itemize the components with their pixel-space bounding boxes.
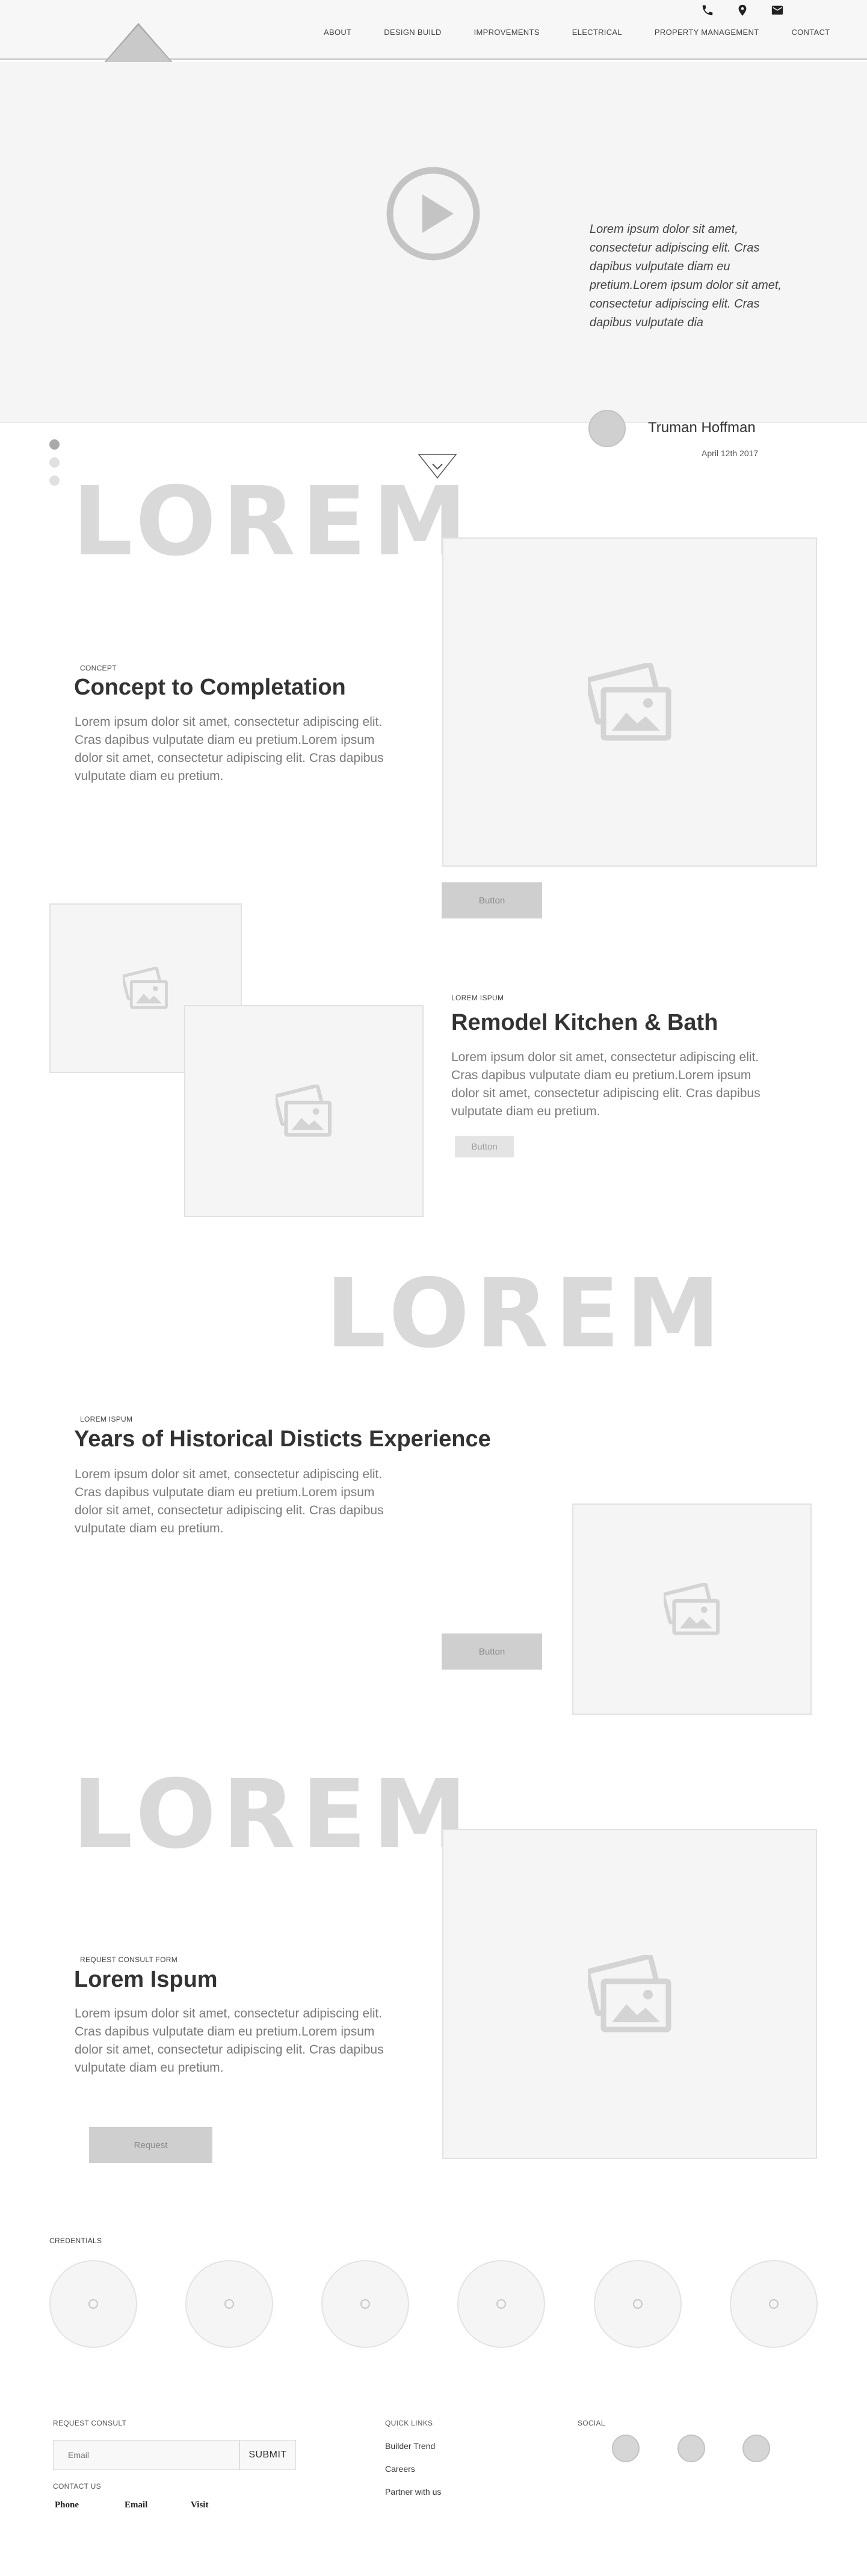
contact-visit[interactable]: Visit — [191, 2500, 208, 2510]
kitchen-button[interactable]: Button — [455, 1136, 514, 1157]
phone-icon[interactable] — [701, 4, 714, 17]
credential-badge — [457, 2260, 545, 2348]
section-eyebrow: LOREM ISPUM — [80, 1415, 133, 1423]
quick-link-careers[interactable]: Careers — [385, 2464, 415, 2474]
section-body: Lorem ipsum dolor sit amet, consectetur … — [75, 2007, 384, 2075]
section-heading: Years of Historical Disticts Experience — [74, 1426, 491, 1452]
pagination-dots — [49, 439, 60, 486]
image-icon — [587, 1955, 671, 2033]
badge-icon — [224, 2299, 234, 2309]
nav-property-management[interactable]: PROPERTY MANAGEMENT — [655, 28, 759, 37]
utility-icons — [701, 4, 784, 17]
nav-about[interactable]: ABOUT — [324, 28, 351, 37]
section-eyebrow: CONCEPT — [80, 664, 117, 672]
hero-video-section: Lorem ipsum dolor sit amet, consectetur … — [0, 62, 867, 458]
decorative-heading: LOREM — [72, 466, 474, 577]
testimonial-date: April 12th 2017 — [702, 448, 759, 458]
historical-button[interactable]: Button — [442, 1633, 542, 1670]
decorative-heading: LOREM — [72, 1759, 474, 1870]
nav-improvements[interactable]: IMPROVEMENTS — [474, 28, 540, 37]
social-icon[interactable] — [677, 2435, 705, 2462]
section-body: Lorem ipsum dolor sit amet, consectetur … — [451, 1050, 761, 1118]
site-header: ABOUT DESIGN BUILD IMPROVEMENTS ELECTRIC… — [0, 0, 867, 64]
section-eyebrow: REQUEST CONSULT FORM — [80, 1955, 178, 1964]
contact-email[interactable]: Email — [125, 2500, 147, 2510]
section-body: Lorem ipsum dolor sit amet, consectetur … — [75, 1467, 384, 1535]
social-icon[interactable] — [612, 2435, 640, 2462]
image-placeholder — [442, 537, 817, 867]
credential-badge — [185, 2260, 273, 2348]
testimonial-author: Truman Hoffman — [648, 420, 756, 436]
image-placeholder — [442, 1829, 817, 2159]
contact-us-label: CONTACT US — [53, 2482, 101, 2491]
quick-link-partner[interactable]: Partner with us — [385, 2487, 441, 2497]
pagination-dot[interactable] — [49, 475, 60, 486]
nav-electrical[interactable]: ELECTRICAL — [572, 28, 622, 37]
credential-badge — [49, 2260, 137, 2348]
location-pin-icon[interactable] — [736, 4, 749, 17]
credentials-label: CREDENTIALS — [49, 2237, 102, 2245]
email-field[interactable] — [53, 2440, 239, 2470]
image-placeholder — [572, 1503, 812, 1715]
section-body: Lorem ipsum dolor sit amet, consectetur … — [75, 715, 384, 783]
mail-icon[interactable] — [771, 4, 784, 17]
image-icon — [123, 967, 168, 1009]
credential-badge — [730, 2260, 818, 2348]
section-eyebrow: LOREM ISPUM — [451, 994, 504, 1002]
quick-link-builder-trend[interactable]: Builder Trend — [385, 2441, 435, 2451]
pagination-dot[interactable] — [49, 457, 60, 468]
main-nav: ABOUT DESIGN BUILD IMPROVEMENTS ELECTRIC… — [324, 28, 862, 37]
image-icon — [664, 1582, 720, 1635]
avatar — [588, 410, 626, 447]
badge-icon — [769, 2299, 779, 2309]
badge-icon — [88, 2299, 98, 2309]
logo-fill — [104, 25, 173, 64]
image-icon — [276, 1085, 332, 1137]
play-icon[interactable] — [385, 166, 481, 262]
image-icon — [587, 663, 671, 740]
badge-icon — [496, 2299, 506, 2309]
social-label: SOCIAL — [578, 2419, 605, 2427]
nav-contact[interactable]: CONTACT — [791, 28, 830, 37]
section-heading: Lorem Ispum — [74, 1967, 218, 1992]
credential-badge — [594, 2260, 682, 2348]
credential-badge — [321, 2260, 409, 2348]
contact-phone[interactable]: Phone — [55, 2500, 79, 2510]
request-consult-label: REQUEST CONSULT — [53, 2419, 127, 2427]
submit-button[interactable]: SUBMIT — [239, 2440, 296, 2470]
request-button[interactable]: Request — [89, 2127, 212, 2163]
badge-icon — [633, 2299, 643, 2309]
testimonial-quote: Lorem ipsum dolor sit amet, consectetur … — [590, 223, 782, 329]
pagination-dot-active[interactable] — [49, 439, 60, 450]
social-icon[interactable] — [742, 2435, 770, 2462]
concept-button[interactable]: Button — [442, 882, 542, 918]
section-heading: Concept to Completation — [74, 675, 346, 700]
badge-icon — [360, 2299, 370, 2309]
decorative-heading: LOREM — [326, 1259, 727, 1369]
image-placeholder — [184, 1005, 424, 1217]
section-heading: Remodel Kitchen & Bath — [451, 1010, 718, 1035]
nav-design-build[interactable]: DESIGN BUILD — [384, 28, 441, 37]
quick-links-label: QUICK LINKS — [385, 2419, 433, 2427]
